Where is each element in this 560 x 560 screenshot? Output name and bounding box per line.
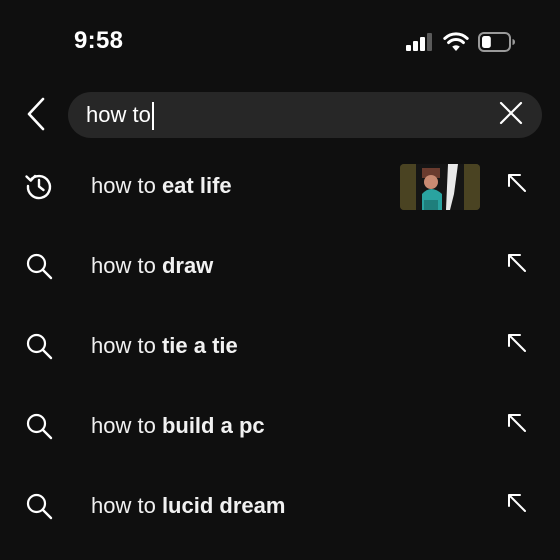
chevron-left-icon	[26, 97, 46, 136]
suggestion-completion: lucid dream	[161, 493, 286, 518]
suggestion-prefix: how to	[91, 413, 162, 438]
arrow-up-left-icon	[505, 251, 527, 278]
suggestion-prefix: how to	[91, 333, 162, 358]
suggestion-prefix: how to	[91, 493, 162, 518]
text-caret	[151, 102, 154, 130]
wifi-icon	[443, 32, 469, 52]
history-icon	[24, 171, 54, 201]
search-icon	[24, 251, 54, 281]
suggestion-prefix: how to	[91, 253, 162, 278]
suggestion-text: how to eat life	[91, 172, 232, 200]
arrow-up-left-icon	[505, 331, 527, 358]
suggestion-prefix: how to	[91, 173, 162, 198]
suggestion-item-1[interactable]: how to eat life	[0, 146, 560, 226]
suggestion-list: how to eat life how to draw how to tie a…	[0, 146, 560, 546]
search-icon	[24, 331, 54, 361]
suggestion-item-4[interactable]: how to build a pc	[0, 386, 560, 466]
cellular-signal-icon	[406, 33, 434, 51]
suggestion-item-3[interactable]: how to tie a tie	[0, 306, 560, 386]
suggestion-text: how to lucid dream	[91, 492, 285, 520]
search-icon	[24, 411, 54, 441]
suggestion-completion: draw	[161, 253, 214, 278]
clear-search-button[interactable]	[498, 101, 524, 130]
status-bar: 9:58	[0, 0, 560, 84]
suggestion-text: how to build a pc	[91, 412, 265, 440]
suggestion-text: how to tie a tie	[91, 332, 238, 360]
arrow-up-left-icon	[505, 491, 527, 518]
fill-query-button[interactable]	[502, 490, 530, 518]
back-button[interactable]	[18, 96, 54, 136]
battery-icon	[478, 32, 516, 52]
fill-query-button[interactable]	[502, 170, 530, 198]
close-icon	[499, 101, 523, 130]
suggestion-completion: build a pc	[161, 413, 265, 438]
video-thumbnail	[400, 164, 480, 210]
search-header	[0, 92, 560, 140]
search-box[interactable]	[68, 92, 542, 138]
suggestion-text: how to draw	[91, 252, 213, 280]
fill-query-button[interactable]	[502, 410, 530, 438]
suggestion-completion: tie a tie	[161, 333, 238, 358]
suggestion-completion: eat life	[161, 173, 232, 198]
search-icon	[24, 491, 54, 521]
status-time: 9:58	[74, 27, 124, 54]
battery-level-fill	[482, 36, 491, 48]
fill-query-button[interactable]	[502, 250, 530, 278]
fill-query-button[interactable]	[502, 330, 530, 358]
suggestion-item-5[interactable]: how to lucid dream	[0, 466, 560, 546]
status-icons	[406, 30, 516, 54]
suggestion-item-2[interactable]: how to draw	[0, 226, 560, 306]
arrow-up-left-icon	[505, 411, 527, 438]
arrow-up-left-icon	[505, 171, 527, 198]
search-input[interactable]	[86, 92, 466, 138]
